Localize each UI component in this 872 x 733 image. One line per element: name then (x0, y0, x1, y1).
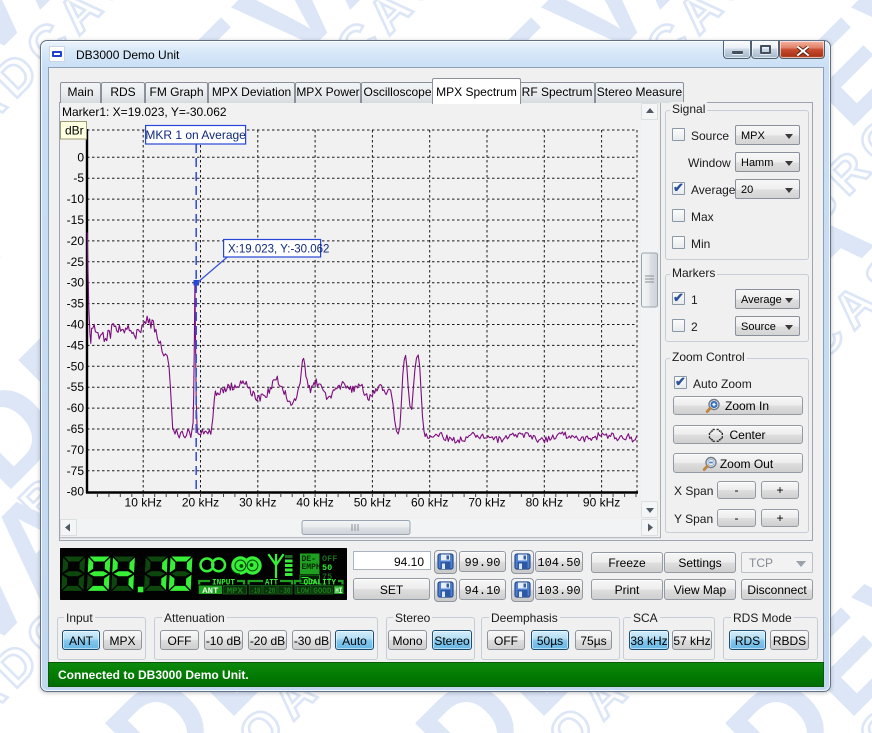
svg-text:-65: -65 (67, 422, 85, 436)
svg-text:-70: -70 (67, 443, 85, 457)
svg-text:0: 0 (77, 150, 84, 164)
svg-text:-80: -80 (67, 485, 85, 499)
svg-text:-15: -15 (67, 213, 85, 227)
svg-text:20 kHz: 20 kHz (182, 496, 219, 510)
svg-text:MKR 1 on Average: MKR 1 on Average (145, 128, 246, 142)
svg-text:-10: -10 (67, 192, 85, 206)
svg-text:30 kHz: 30 kHz (239, 496, 276, 510)
svg-text:50 kHz: 50 kHz (354, 496, 391, 510)
svg-text:X:19.023, Y:-30.062: X:19.023, Y:-30.062 (228, 244, 329, 256)
svg-text:10 kHz: 10 kHz (125, 496, 162, 510)
svg-text:80 kHz: 80 kHz (526, 496, 563, 510)
svg-text:dBr: dBr (65, 124, 84, 138)
svg-text:MPX: MPX (227, 586, 244, 596)
svg-text:Marker1: X=19.023, Y=-30.062: Marker1: X=19.023, Y=-30.062 (62, 105, 227, 119)
svg-text:-30: -30 (280, 586, 291, 596)
svg-text:-60: -60 (67, 401, 85, 415)
svg-text:-40: -40 (67, 318, 85, 332)
svg-text:EMPH: EMPH (302, 563, 321, 572)
svg-text:-5: -5 (73, 171, 84, 185)
svg-text:-10: -10 (251, 586, 261, 596)
svg-text:-30: -30 (67, 276, 85, 290)
svg-text:-75: -75 (67, 464, 85, 478)
svg-text:40 kHz: 40 kHz (296, 496, 333, 510)
svg-text:GOOD: GOOD (313, 586, 331, 596)
svg-text:-55: -55 (67, 380, 85, 394)
svg-text:LOW: LOW (297, 586, 310, 596)
svg-text:-25: -25 (67, 255, 85, 269)
svg-text:70 kHz: 70 kHz (468, 496, 505, 510)
svg-text:-35: -35 (67, 297, 85, 311)
svg-text:ANT: ANT (202, 586, 218, 596)
svg-text:-45: -45 (67, 338, 85, 352)
svg-text:-50: -50 (67, 359, 85, 373)
svg-text:HI: HI (335, 586, 342, 596)
svg-text:90 kHz: 90 kHz (583, 496, 620, 510)
svg-text:-20: -20 (67, 234, 85, 248)
svg-text:-20: -20 (265, 586, 276, 596)
svg-text:60 kHz: 60 kHz (411, 496, 448, 510)
